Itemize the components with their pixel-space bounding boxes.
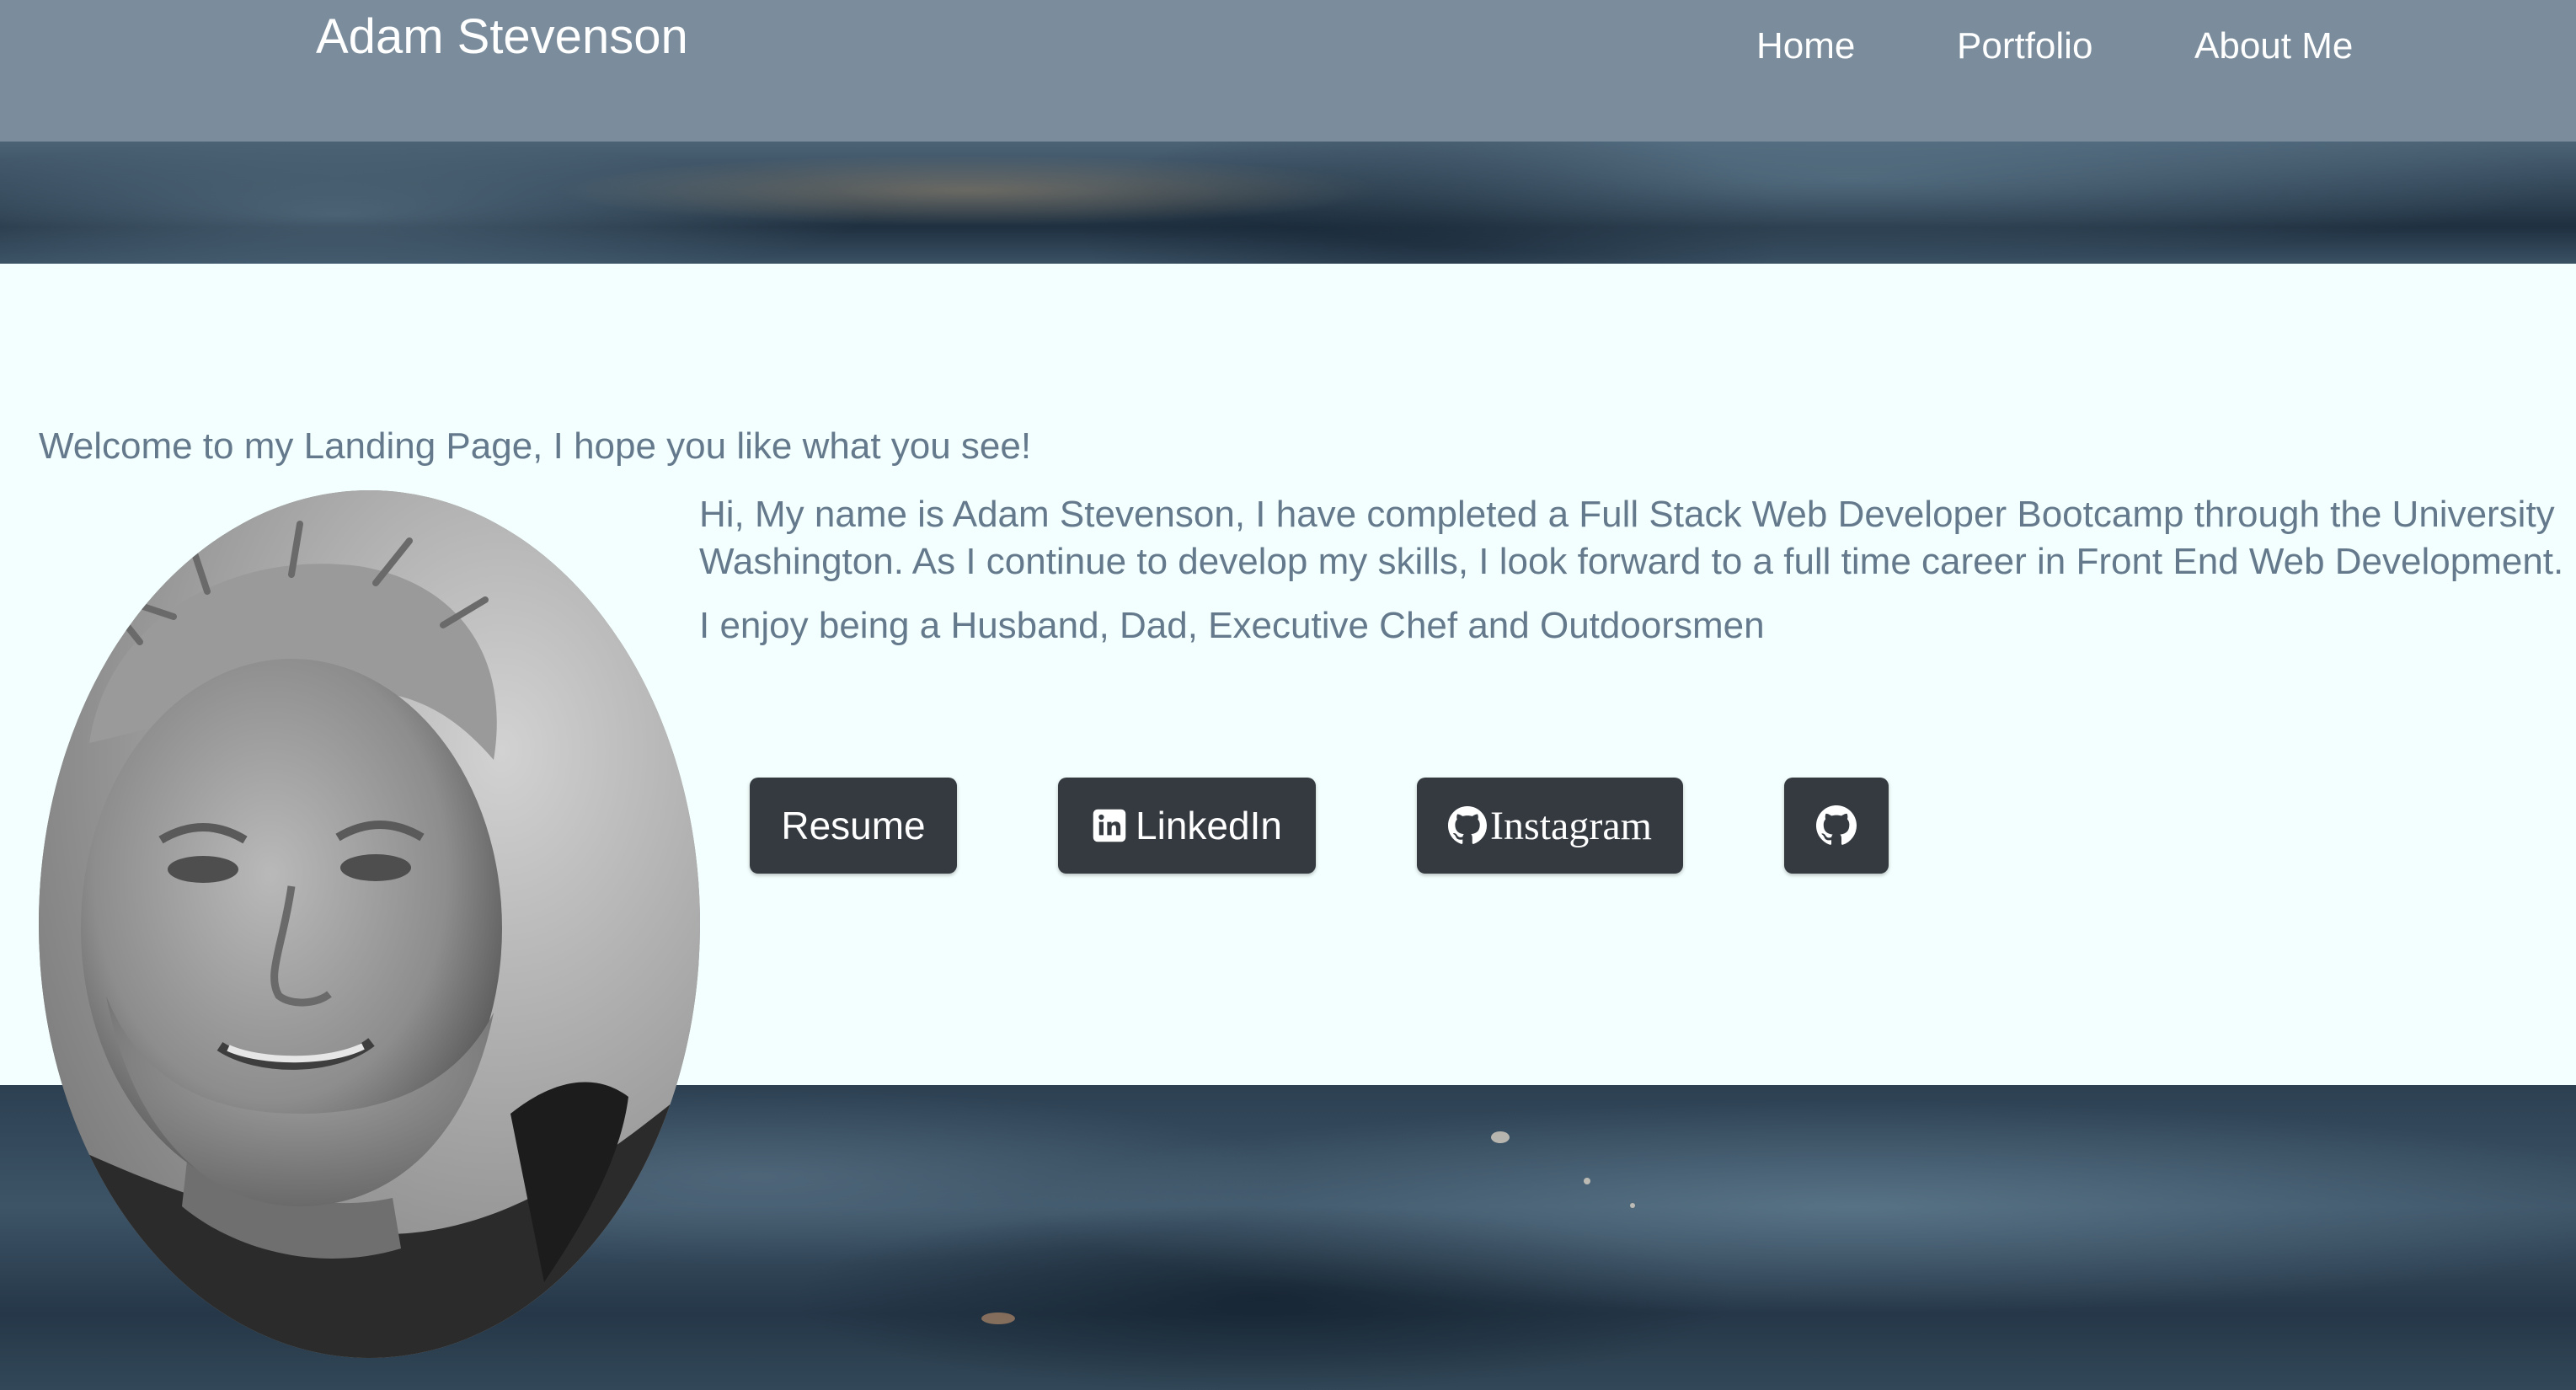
main-nav: Home Portfolio About Me: [0, 25, 2576, 76]
instagram-button-label: Instagram: [1490, 803, 1652, 848]
linkedin-button[interactable]: LinkedIn: [1058, 778, 1316, 874]
resume-button[interactable]: Resume: [750, 778, 957, 874]
site-header: Adam Stevenson Home Portfolio About Me: [0, 0, 2576, 142]
bio-line: I enjoy being a Husband, Dad, Executive …: [699, 605, 1765, 646]
linkedin-button-label: LinkedIn: [1136, 804, 1282, 847]
profile-photo-illustration: [39, 490, 700, 1358]
water-speck: [1630, 1203, 1635, 1208]
github-icon: [1816, 805, 1857, 846]
water-speck: [981, 1312, 1015, 1324]
nav-home[interactable]: Home: [1756, 25, 1855, 67]
resume-button-label: Resume: [781, 804, 926, 847]
bio-line: Washington. As I continue to develop my …: [699, 541, 2564, 582]
nav-portfolio[interactable]: Portfolio: [1957, 25, 2092, 67]
github-icon: [1448, 806, 1488, 845]
profile-photo: [39, 490, 700, 1358]
bio-line: Hi, My name is Adam Stevenson, I have co…: [699, 494, 2555, 535]
instagram-button[interactable]: Instagram: [1417, 778, 1683, 874]
nav-about-me[interactable]: About Me: [2194, 25, 2353, 67]
bio-text: Hi, My name is Adam Stevenson, I have co…: [699, 491, 2576, 650]
welcome-heading: Welcome to my Landing Page, I hope you l…: [39, 425, 1032, 467]
github-button[interactable]: [1784, 778, 1889, 874]
water-speck: [1584, 1178, 1590, 1184]
linkedin-icon: [1092, 808, 1127, 843]
hero-water-top: [0, 142, 2576, 264]
water-speck: [1491, 1131, 1510, 1143]
